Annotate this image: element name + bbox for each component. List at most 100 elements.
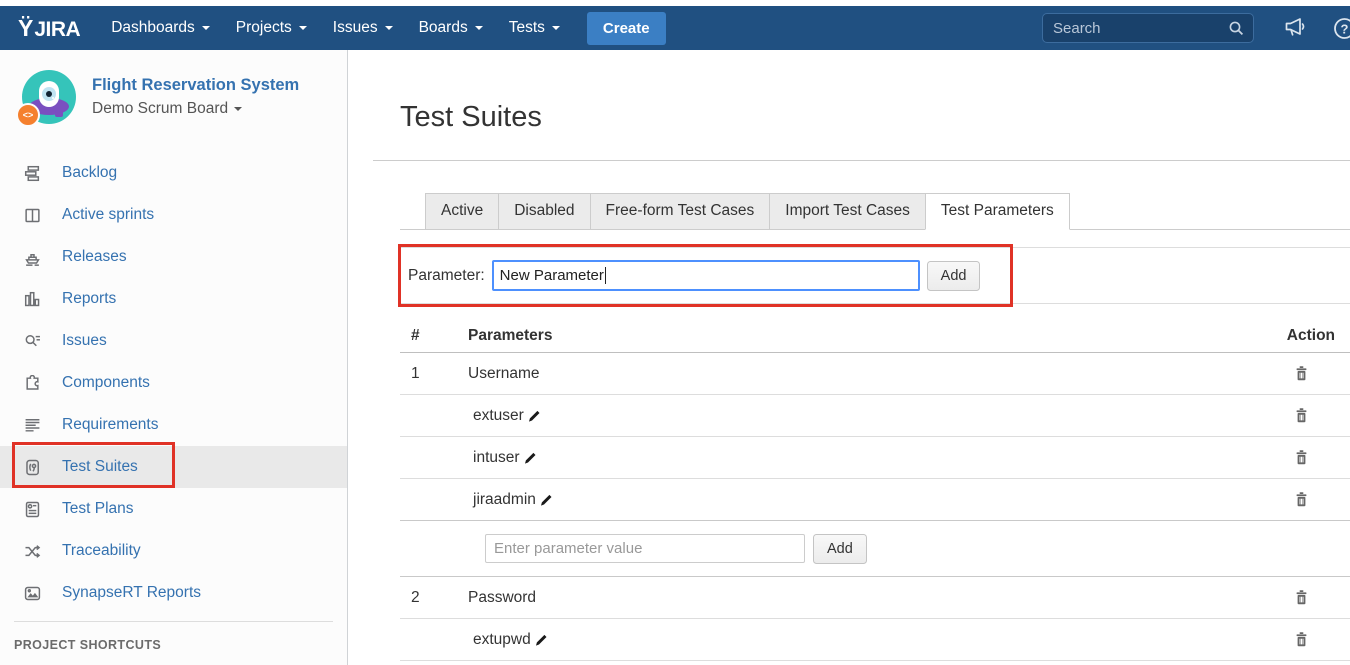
project-shortcuts-header: PROJECT SHORTCUTS bbox=[14, 638, 347, 652]
tab-free-form-test-cases[interactable]: Free-form Test Cases bbox=[590, 193, 771, 230]
chevron-down-icon bbox=[385, 26, 393, 34]
board-switcher[interactable]: Demo Scrum Board bbox=[92, 100, 299, 118]
add-parameter-button[interactable]: Add bbox=[927, 261, 981, 291]
project-avatar[interactable]: <> bbox=[22, 70, 76, 124]
parameter-label: Parameter: bbox=[408, 267, 485, 285]
help-icon[interactable]: ? bbox=[1332, 16, 1350, 41]
page-title: Test Suites bbox=[400, 101, 1350, 134]
pencil-icon[interactable] bbox=[534, 632, 549, 647]
software-project-badge: <> bbox=[16, 103, 40, 127]
pencil-icon[interactable] bbox=[539, 492, 554, 507]
sidebar-item-label: Components bbox=[62, 374, 150, 392]
nav-item-label: Issues bbox=[333, 19, 378, 37]
delete-button[interactable] bbox=[1294, 449, 1309, 466]
sidebar-item-issues[interactable]: Issues bbox=[0, 320, 347, 362]
delete-button[interactable] bbox=[1294, 491, 1309, 508]
trash-icon bbox=[1294, 631, 1309, 648]
sidebar-item-label: Test Suites bbox=[62, 458, 138, 476]
chevron-down-icon bbox=[299, 26, 307, 34]
nav-item-dashboards[interactable]: Dashboards bbox=[98, 6, 223, 50]
trash-icon bbox=[1294, 449, 1309, 466]
issues-icon bbox=[24, 333, 41, 350]
sidebar-item-label: Test Plans bbox=[62, 500, 134, 518]
nav-item-label: Tests bbox=[509, 19, 545, 37]
tab-disabled[interactable]: Disabled bbox=[498, 193, 590, 230]
text-cursor bbox=[605, 267, 606, 284]
add-parameter-form: Parameter: New Parameter Add bbox=[400, 247, 1350, 304]
parameter-value-row: intuser bbox=[400, 437, 1350, 479]
sidebar-item-test-suites[interactable]: Test Suites bbox=[0, 446, 347, 488]
sidebar-item-requirements[interactable]: Requirements bbox=[0, 404, 347, 446]
chevron-down-icon bbox=[475, 26, 483, 34]
sidebar-item-label: Traceability bbox=[62, 542, 141, 560]
sidebar-item-reports[interactable]: Reports bbox=[0, 278, 347, 320]
nav-item-boards[interactable]: Boards bbox=[406, 6, 496, 50]
title-divider bbox=[373, 160, 1350, 161]
parameters-table-header: # Parameters Action bbox=[400, 319, 1350, 353]
delete-button[interactable] bbox=[1294, 631, 1309, 648]
pencil-icon[interactable] bbox=[523, 450, 538, 465]
tab-import-test-cases[interactable]: Import Test Cases bbox=[769, 193, 926, 230]
reports-icon bbox=[24, 291, 41, 308]
delete-button[interactable] bbox=[1294, 407, 1309, 424]
traceability-icon bbox=[24, 543, 41, 560]
add-value-button[interactable]: Add bbox=[813, 534, 867, 564]
trash-icon bbox=[1294, 407, 1309, 424]
chevron-down-icon bbox=[202, 26, 210, 34]
new-parameter-input[interactable]: New Parameter bbox=[492, 260, 920, 291]
parameters-table-body: 1 Username extuser intuser bbox=[400, 353, 1350, 661]
project-name-link[interactable]: Flight Reservation System bbox=[92, 76, 299, 95]
nav-item-projects[interactable]: Projects bbox=[223, 6, 320, 50]
sidebar-item-test-plans[interactable]: Test Plans bbox=[0, 488, 347, 530]
nav-item-issues[interactable]: Issues bbox=[320, 6, 406, 50]
sidebar-menu: Backlog Active sprints Releases Reports … bbox=[0, 152, 347, 614]
add-value-row: Add bbox=[400, 520, 1350, 577]
nav-item-tests[interactable]: Tests bbox=[496, 6, 573, 50]
delete-button[interactable] bbox=[1294, 589, 1309, 606]
delete-button[interactable] bbox=[1294, 365, 1309, 382]
parameter-value-input[interactable] bbox=[485, 534, 805, 563]
test-plans-icon bbox=[24, 501, 41, 518]
topnav-menu: Dashboards Projects Issues Boards Tests bbox=[98, 6, 573, 50]
nav-item-label: Projects bbox=[236, 19, 292, 37]
sidebar-item-active-sprints[interactable]: Active sprints bbox=[0, 194, 347, 236]
sidebar-item-label: Issues bbox=[62, 332, 107, 350]
tab-active[interactable]: Active bbox=[425, 193, 499, 230]
sidebar-item-components[interactable]: Components bbox=[0, 362, 347, 404]
sidebar-item-traceability[interactable]: Traceability bbox=[0, 530, 347, 572]
parameter-value-row: extupwd bbox=[400, 619, 1350, 661]
components-icon bbox=[24, 375, 41, 392]
tab-test-parameters[interactable]: Test Parameters bbox=[925, 193, 1070, 230]
parameter-row: 1 Username bbox=[400, 353, 1350, 395]
jira-logo[interactable]: Ÿ JIRA bbox=[18, 15, 80, 42]
jira-logo-text: JIRA bbox=[34, 18, 80, 42]
sidebar-item-label: Requirements bbox=[62, 416, 159, 434]
sidebar-item-releases[interactable]: Releases bbox=[0, 236, 347, 278]
sidebar-item-synapsert-reports[interactable]: SynapseRT Reports bbox=[0, 572, 347, 614]
search-input[interactable] bbox=[1053, 20, 1228, 37]
test-suites-icon bbox=[24, 459, 41, 476]
trash-icon bbox=[1294, 589, 1309, 606]
search-icon[interactable] bbox=[1228, 20, 1245, 37]
top-navigation-bar: Ÿ JIRA Dashboards Projects Issues Boards… bbox=[0, 6, 1350, 50]
new-parameter-input-value: New Parameter bbox=[500, 267, 604, 284]
backlog-icon bbox=[24, 165, 41, 182]
chevron-down-icon bbox=[552, 26, 560, 34]
parameter-value-row: jiraadmin bbox=[400, 479, 1350, 521]
megaphone-icon[interactable] bbox=[1282, 16, 1308, 40]
sidebar-item-label: Active sprints bbox=[62, 206, 154, 224]
sidebar-item-backlog[interactable]: Backlog bbox=[0, 152, 347, 194]
pencil-icon[interactable] bbox=[527, 408, 542, 423]
parameter-value: extuser bbox=[473, 407, 524, 425]
search-box[interactable] bbox=[1042, 13, 1254, 43]
sidebar-item-label: Reports bbox=[62, 290, 116, 308]
parameter-value: extupwd bbox=[473, 631, 531, 649]
sidebar-divider bbox=[14, 621, 333, 622]
topnav-right: ? bbox=[1042, 6, 1350, 50]
parameter-value: intuser bbox=[473, 449, 520, 467]
synapsert-reports-icon bbox=[24, 585, 41, 602]
create-button[interactable]: Create bbox=[587, 12, 666, 45]
svg-text:?: ? bbox=[1341, 21, 1349, 36]
board-name-label: Demo Scrum Board bbox=[92, 100, 228, 118]
sidebar-item-label: Releases bbox=[62, 248, 127, 266]
